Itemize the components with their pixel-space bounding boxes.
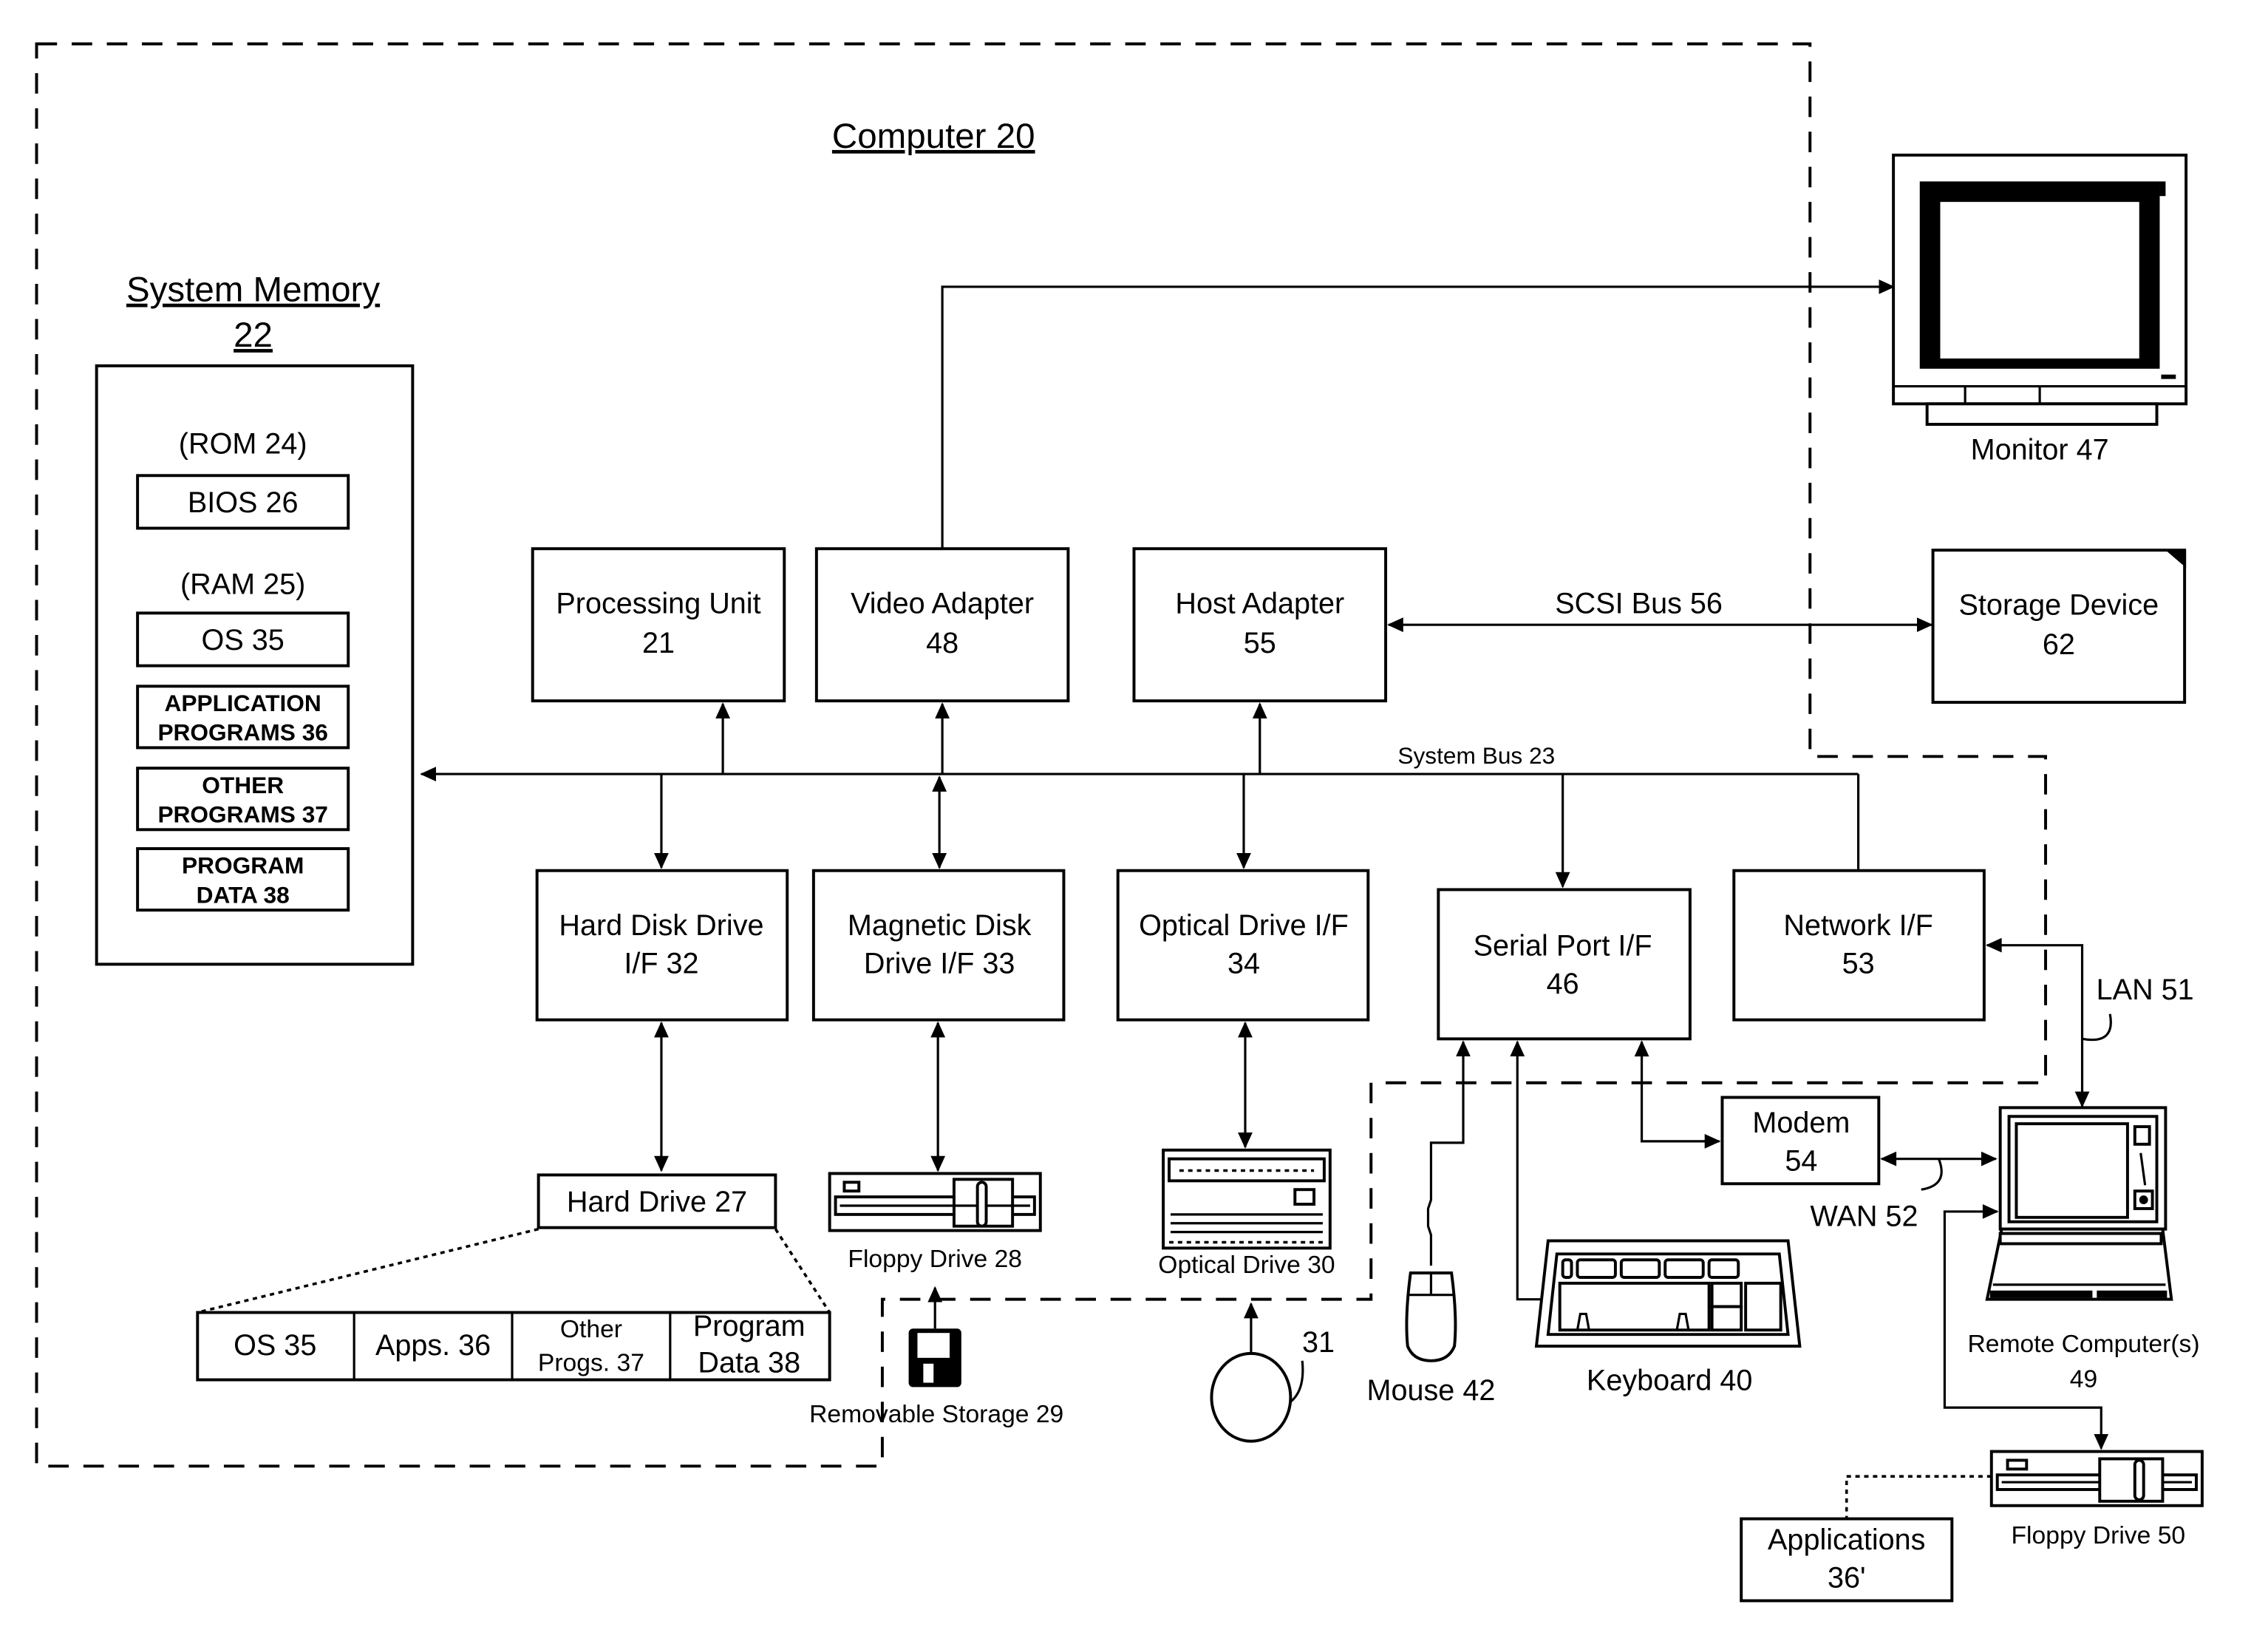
remote-computer-line1: Remote Computer(s) (1967, 1331, 2199, 1358)
serial-port-modem-link (1634, 1040, 1721, 1149)
ram-os-label: OS 35 (202, 624, 285, 656)
laptop-icon (1985, 1106, 2173, 1301)
network-if-block: Network I/F 53 (1732, 869, 1986, 1022)
optical-disc-ref: 31 (1302, 1326, 1335, 1359)
remote-applications-link (1845, 1475, 1992, 1519)
modem-line2: 54 (1785, 1144, 1817, 1177)
bios-label: BIOS 26 (188, 486, 299, 519)
remote-floppy-drive-icon (1989, 1450, 2204, 1507)
wan-label: WAN 52 (1811, 1201, 1918, 1233)
mouse: Mouse 42 (1367, 1040, 1496, 1407)
hd-other-progs-line2: Progs. 37 (538, 1350, 644, 1377)
processing-unit-line2: 21 (642, 627, 675, 659)
optical-disc: 31 (1210, 1302, 1335, 1443)
floppy-disk-icon (908, 1328, 961, 1388)
magnetic-disk-drive-if-line1: Magnetic Disk (848, 909, 1032, 942)
video-adapter-block: Video Adapter 48 (814, 547, 1070, 703)
monitor-label: Monitor 47 (1971, 434, 2109, 466)
remote-floppy-drive: Floppy Drive 50 (1989, 1450, 2204, 1549)
rom-label: (ROM 24) (179, 428, 307, 461)
computer-system-diagram: Computer 20 System Memory 22 (ROM 24) BI… (35, 42, 2204, 1603)
computer-title: Computer 20 (832, 117, 1035, 156)
mouse-icon (1405, 1271, 1457, 1362)
system-bus-label: System Bus 23 (1397, 742, 1555, 769)
disc-ref-leader (1290, 1360, 1304, 1403)
floppy-drive-label: Floppy Drive 28 (848, 1246, 1022, 1273)
mouse-label: Mouse 42 (1367, 1374, 1496, 1407)
serial-port-if-block: Serial Port I/F 46 (1437, 888, 1692, 1041)
processing-unit-block: Processing Unit 21 (531, 547, 786, 703)
video-adapter-to-monitor (941, 279, 1896, 549)
remote-applications-line1: Applications (1768, 1524, 1925, 1556)
wan-leader (1921, 1158, 1943, 1191)
hd-other-progs-line1: Other (560, 1316, 622, 1343)
lan-label: LAN 51 (2097, 974, 2194, 1006)
ram-label: (RAM 25) (180, 568, 305, 601)
removable-storage-label: Removable Storage 29 (809, 1401, 1063, 1428)
host-adapter-line1: Host Adapter (1175, 587, 1344, 619)
scsi-bus-label: SCSI Bus 56 (1555, 587, 1723, 619)
hard-drive-expand-right (774, 1228, 831, 1314)
network-if-line2: 53 (1842, 947, 1875, 979)
lan-leader (2082, 1013, 2112, 1042)
ram-other-programs-line1: OTHER (202, 772, 284, 798)
processing-unit-line1: Processing Unit (556, 587, 760, 619)
serial-port-if-line1: Serial Port I/F (1474, 930, 1652, 962)
monitor-icon (1892, 153, 2188, 426)
hard-drive-expand-left (197, 1227, 539, 1314)
hd-program-data-line1: Program (693, 1310, 806, 1342)
storage-device-line1: Storage Device (1959, 588, 2159, 621)
mouse-to-serial-port (1426, 1040, 1471, 1266)
system-memory-number: 22 (234, 316, 273, 355)
magnetic-disk-drive-if-block: Magnetic Disk Drive I/F 33 (811, 869, 1066, 1022)
optical-drive-if-line2: 34 (1227, 947, 1260, 979)
keyboard-icon (1534, 1239, 1802, 1348)
optical-drive-if-line1: Optical Drive I/F (1139, 909, 1349, 942)
removable-storage: Removable Storage 29 (809, 1286, 1063, 1428)
hard-drive: Hard Drive 27 OS 35 Apps. 36 Other Progs… (196, 1173, 831, 1382)
hard-drive-label: Hard Drive 27 (567, 1186, 747, 1218)
optical-drive-icon (1162, 1148, 1332, 1250)
optical-drive: Optical Drive 30 (1158, 1148, 1335, 1279)
host-adapter-block: Host Adapter 55 (1132, 547, 1388, 703)
ram-app-programs-line2: PROGRAMS 36 (157, 719, 327, 746)
storage-device-line2: 62 (2043, 628, 2075, 661)
hard-disk-drive-if-block: Hard Disk Drive I/F 32 (535, 869, 789, 1022)
optical-drive-label: Optical Drive 30 (1158, 1252, 1335, 1279)
monitor: Monitor 47 (1892, 153, 2188, 466)
keyboard-to-serial-port (1510, 1040, 1545, 1301)
serial-port-if-line2: 46 (1547, 968, 1579, 1000)
hard-disk-drive-if-line1: Hard Disk Drive (559, 909, 763, 942)
remote-floppy-drive-label: Floppy Drive 50 (2012, 1522, 2186, 1549)
remote-computer-line2: 49 (2070, 1365, 2097, 1393)
floppy-drive: Floppy Drive 28 (828, 1172, 1042, 1273)
hd-program-data-line2: Data 38 (698, 1347, 800, 1379)
storage-device: Storage Device 62 (1931, 549, 2187, 704)
host-adapter-line2: 55 (1244, 627, 1276, 659)
video-adapter-line2: 48 (926, 627, 958, 659)
optical-disc-icon (1210, 1351, 1293, 1443)
ram-program-data-line2: DATA 38 (197, 881, 290, 908)
video-adapter-line1: Video Adapter (851, 587, 1034, 619)
hard-disk-drive-if-line2: I/F 32 (624, 947, 698, 979)
system-memory: System Memory 22 (ROM 24) BIOS 26 (RAM 2… (95, 271, 415, 966)
hd-apps-label: Apps. 36 (375, 1329, 491, 1362)
keyboard: Keyboard 40 (1510, 1040, 1802, 1396)
ram-other-programs-line2: PROGRAMS 37 (157, 801, 327, 827)
keyboard-label: Keyboard 40 (1587, 1364, 1752, 1396)
floppy-drive-icon (828, 1172, 1042, 1232)
modem-line1: Modem (1752, 1107, 1850, 1139)
remote-applications: Applications 36' (1740, 1475, 1992, 1603)
modem: Modem 54 (1634, 1040, 1881, 1186)
optical-drive-if-block: Optical Drive I/F 34 (1116, 869, 1370, 1022)
ram-app-programs-line1: APPLICATION (165, 690, 321, 716)
remote-applications-line2: 36' (1828, 1562, 1866, 1595)
network-if-line1: Network I/F (1783, 909, 1932, 942)
hd-os-label: OS 35 (234, 1329, 316, 1362)
remote-computer: Remote Computer(s) 49 (1967, 1106, 2200, 1393)
system-memory-title: System Memory (126, 271, 380, 310)
magnetic-disk-drive-if-line2: Drive I/F 33 (864, 947, 1015, 979)
ram-program-data-line1: PROGRAM (182, 852, 304, 879)
